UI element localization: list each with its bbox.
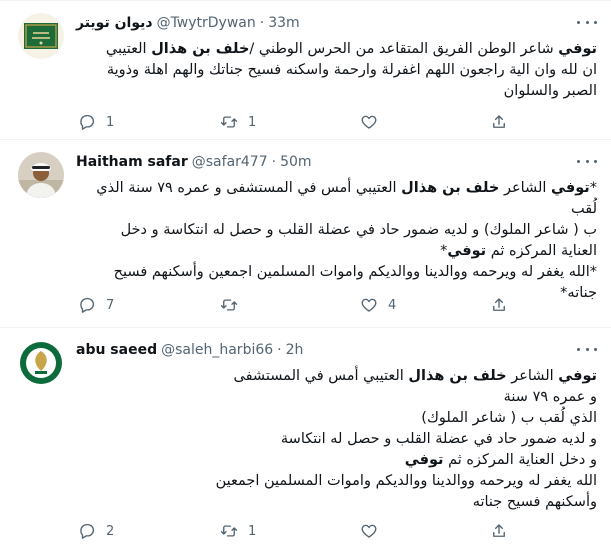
separator: · [277,342,282,358]
share-icon [493,298,505,311]
retweet-button[interactable] [220,295,258,315]
text-span: الشاعر [499,180,552,196]
tweet-line: الذي لُقب ب ( شاعر الملوك) [421,410,597,426]
share-icon [493,115,505,128]
retweet-button[interactable]: 1 [220,112,258,132]
like-button[interactable] [360,521,398,541]
tweet-line: الصبر والسلوان [503,83,597,99]
heart-icon [361,298,377,312]
tweet-line: و عمره ٧٩ سنة [503,389,597,405]
tweet-line: ان لله وان الية راجعون اللهم اغفرلة وارح… [106,62,597,78]
tweet-card[interactable]: Haitham safar @safar477 · 50m *توفي الشا… [0,140,611,328]
retweet-icon [220,299,238,311]
reply-icon [80,114,94,130]
tweet-line: وأسكنهم فسيح جناته [472,494,597,510]
like-button[interactable]: 4 [360,295,398,315]
tweet-line: ب ( شاعر الملوك) و لديه ضمور حاد في عضلة… [120,222,597,238]
tweet-actions: 7 4 [76,295,516,315]
retweet-icon [220,116,238,128]
separator: · [271,154,277,170]
bold-text: توفي [551,180,590,196]
bold-text: خلف بن هذال [408,368,507,384]
retweet-count: 1 [248,523,257,539]
tweet-header: abu saeed @saleh_harbi66 · 2h [76,340,599,360]
share-button[interactable] [490,521,528,541]
reply-icon [80,297,94,313]
bold-text: خلف بن هذال [401,180,500,196]
reply-button[interactable]: 7 [78,295,116,315]
book-logo-icon [18,13,64,59]
bold-text: خلف بن هذال [151,41,250,57]
tweet-text: توفي الشاعر خلف بن هذال العتيبي أمس في ا… [76,366,597,513]
bold-text: توفي [558,368,597,384]
user-handle[interactable]: @saleh_harbi66 [161,342,273,358]
tweet-line: الله يغفر له ويرحمه ووالدينا ووالديكم وا… [215,473,597,489]
share-button[interactable] [490,295,528,315]
tweet-header: ديوان تويتر @TwytrDywan · 33m [76,13,599,33]
reply-count: 2 [106,523,115,539]
timestamp[interactable]: 50m [280,154,311,170]
avatar[interactable] [18,340,64,386]
timestamp[interactable]: 33m [268,15,299,31]
retweet-icon [220,525,238,537]
tweet-card[interactable]: ديوان تويتر @TwytrDywan · 33m توفي شاعر … [0,0,611,140]
reply-icon [80,523,94,539]
tweet-line: العناية المركزه ثم توفي* [76,241,597,262]
tweet-line: توفي شاعر الوطن الفريق المتقاعد من الحرس… [76,39,597,60]
text-span: الشاعر [506,368,559,384]
text-span: العتيبي أمس في المستشفى [233,368,409,384]
tweet-text: توفي شاعر الوطن الفريق المتقاعد من الحرس… [76,39,597,102]
club-logo-icon [18,340,64,386]
more-icon[interactable] [577,15,597,29]
text-span: العتيبي [105,41,152,57]
share-icon [493,524,505,537]
tweet-line: و لديه ضمور حاد في عضلة القلب و حصل له ا… [280,431,597,447]
user-handle[interactable]: @TwytrDywan [157,15,256,31]
reply-button[interactable]: 1 [78,112,116,132]
tweet-line: توفي الشاعر خلف بن هذال العتيبي أمس في ا… [76,366,597,387]
like-button[interactable] [360,112,398,132]
tweet-header: Haitham safar @safar477 · 50m [76,152,599,172]
display-name[interactable]: Haitham safar [76,154,188,170]
tweet-text: *توفي الشاعر خلف بن هذال العتيبي أمس في … [76,178,597,304]
avatar[interactable] [18,152,64,198]
retweet-button[interactable]: 1 [220,521,258,541]
tweet-card[interactable]: abu saeed @saleh_harbi66 · 2h توفي الشاع… [0,328,611,558]
more-icon[interactable] [577,342,597,356]
like-count: 4 [388,297,397,313]
avatar[interactable] [18,13,64,59]
text-span: شاعر الوطن الفريق المتقاعد من الحرس الوط… [249,41,559,57]
tweet-line: *الله يغفر له ويرحمه ووالدينا ووالديكم و… [113,264,597,280]
reply-count: 7 [106,297,115,313]
tweet-actions: 2 1 [76,521,516,541]
display-name[interactable]: abu saeed [76,342,157,358]
timeline: ديوان تويتر @TwytrDywan · 33m توفي شاعر … [0,0,611,558]
profile-photo-icon [18,152,64,198]
text-span: العناية المركزه ثم [486,243,597,259]
bold-text: توفي [404,452,444,468]
more-icon[interactable] [577,154,597,168]
bold-text: توفي [447,243,487,259]
text-span: * [589,180,597,196]
heart-icon [361,115,377,129]
timestamp[interactable]: 2h [286,342,304,358]
share-button[interactable] [490,112,528,132]
heart-icon [361,524,377,538]
bold-text: توفي [558,41,597,57]
text-span: و دخل العناية المركزه ثم [443,452,597,468]
retweet-count: 1 [248,114,257,130]
separator: · [259,15,265,31]
reply-count: 1 [106,114,115,130]
tweet-actions: 1 1 [76,112,516,132]
tweet-line: *توفي الشاعر خلف بن هذال العتيبي أمس في … [76,178,597,220]
reply-button[interactable]: 2 [78,521,116,541]
user-handle[interactable]: @safar477 [192,154,268,170]
display-name[interactable]: ديوان تويتر [76,15,153,31]
tweet-line: و دخل العناية المركزه ثم توفي [76,450,597,471]
